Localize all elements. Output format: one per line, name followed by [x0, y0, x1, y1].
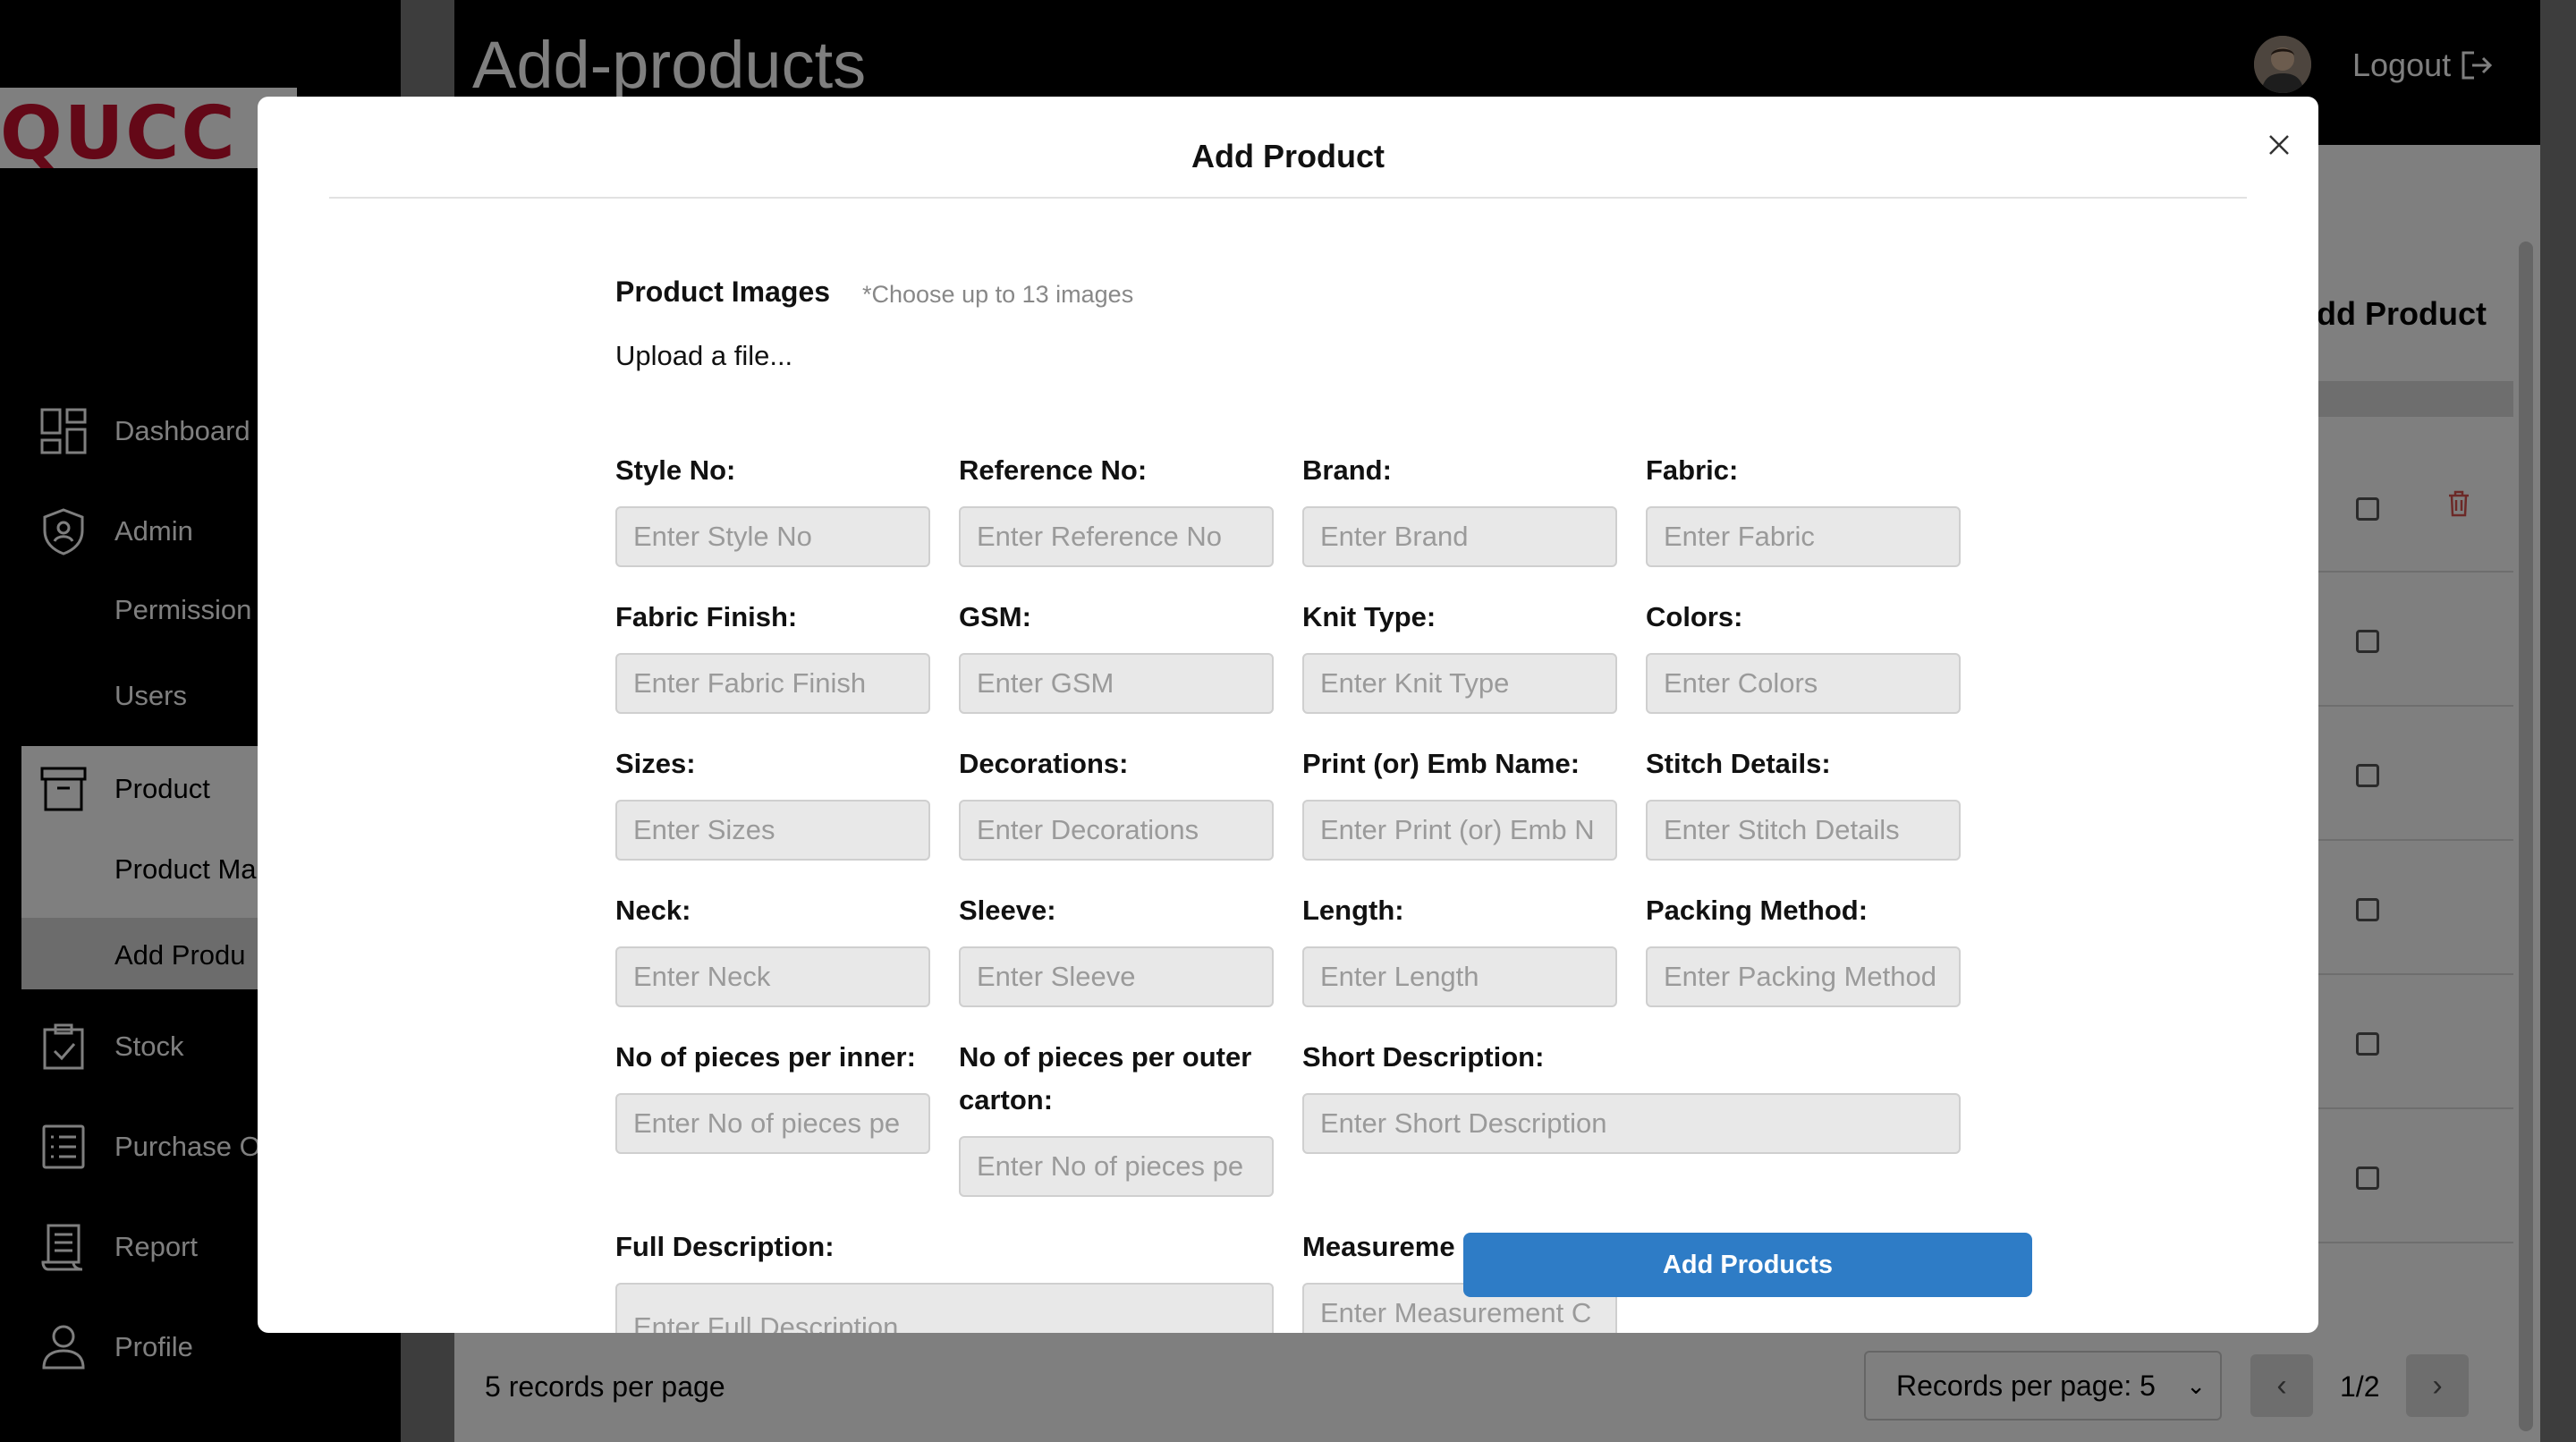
- sleeve-input[interactable]: [959, 946, 1274, 1007]
- colors-label: Colors:: [1646, 601, 1743, 632]
- images-hint: *Choose up to 13 images: [862, 281, 1134, 308]
- pieces-per-inner-label: No of pieces per inner:: [615, 1041, 916, 1073]
- pieces-per-outer-input[interactable]: [959, 1136, 1274, 1197]
- gsm-input[interactable]: [959, 653, 1274, 714]
- close-icon: [2269, 135, 2289, 155]
- add-products-button[interactable]: Add Products: [1463, 1233, 2032, 1297]
- fabric-finish-label: Fabric Finish:: [615, 601, 798, 632]
- sizes-input[interactable]: [615, 800, 930, 861]
- short-description-input[interactable]: [1302, 1093, 1961, 1154]
- stitch-details-input[interactable]: [1646, 800, 1961, 861]
- decorations-input[interactable]: [959, 800, 1274, 861]
- modal-divider: [329, 197, 2247, 199]
- brand-label: Brand:: [1302, 454, 1392, 486]
- sizes-label: Sizes:: [615, 748, 696, 779]
- knit-type-label: Knit Type:: [1302, 601, 1436, 632]
- gsm-label: GSM:: [959, 601, 1031, 632]
- add-product-modal: Add Product Product Images *Choose up to…: [258, 97, 2318, 1333]
- packing-method-input[interactable]: [1646, 946, 1961, 1007]
- print-emb-name-label: Print (or) Emb Name:: [1302, 748, 1580, 779]
- knit-type-input[interactable]: [1302, 653, 1617, 714]
- stitch-details-label: Stitch Details:: [1646, 748, 1831, 779]
- pieces-per-outer-label: No of pieces per outer carton:: [959, 1041, 1252, 1115]
- short-description-label: Short Description:: [1302, 1041, 1545, 1073]
- length-label: Length:: [1302, 895, 1404, 926]
- fabric-label: Fabric:: [1646, 454, 1739, 486]
- fabric-input[interactable]: [1646, 506, 1961, 567]
- pieces-per-inner-input[interactable]: [615, 1093, 930, 1154]
- full-description-label: Full Description:: [615, 1231, 835, 1262]
- upload-file-button[interactable]: Upload a file...: [615, 340, 792, 372]
- reference-no-input[interactable]: [959, 506, 1274, 567]
- style-no-input[interactable]: [615, 506, 930, 567]
- packing-method-label: Packing Method:: [1646, 895, 1868, 926]
- style-no-label: Style No:: [615, 454, 736, 486]
- brand-input[interactable]: [1302, 506, 1617, 567]
- neck-label: Neck:: [615, 895, 691, 926]
- reference-no-label: Reference No:: [959, 454, 1148, 486]
- fabric-finish-input[interactable]: [615, 653, 930, 714]
- close-button[interactable]: [2259, 125, 2299, 165]
- print-emb-name-input[interactable]: [1302, 800, 1617, 861]
- decorations-label: Decorations:: [959, 748, 1129, 779]
- colors-input[interactable]: [1646, 653, 1961, 714]
- neck-input[interactable]: [615, 946, 930, 1007]
- product-images-label: Product Images: [615, 276, 831, 308]
- length-input[interactable]: [1302, 946, 1617, 1007]
- modal-title: Add Product: [1191, 138, 1385, 174]
- sleeve-label: Sleeve:: [959, 895, 1056, 926]
- full-description-textarea[interactable]: [615, 1283, 1274, 1333]
